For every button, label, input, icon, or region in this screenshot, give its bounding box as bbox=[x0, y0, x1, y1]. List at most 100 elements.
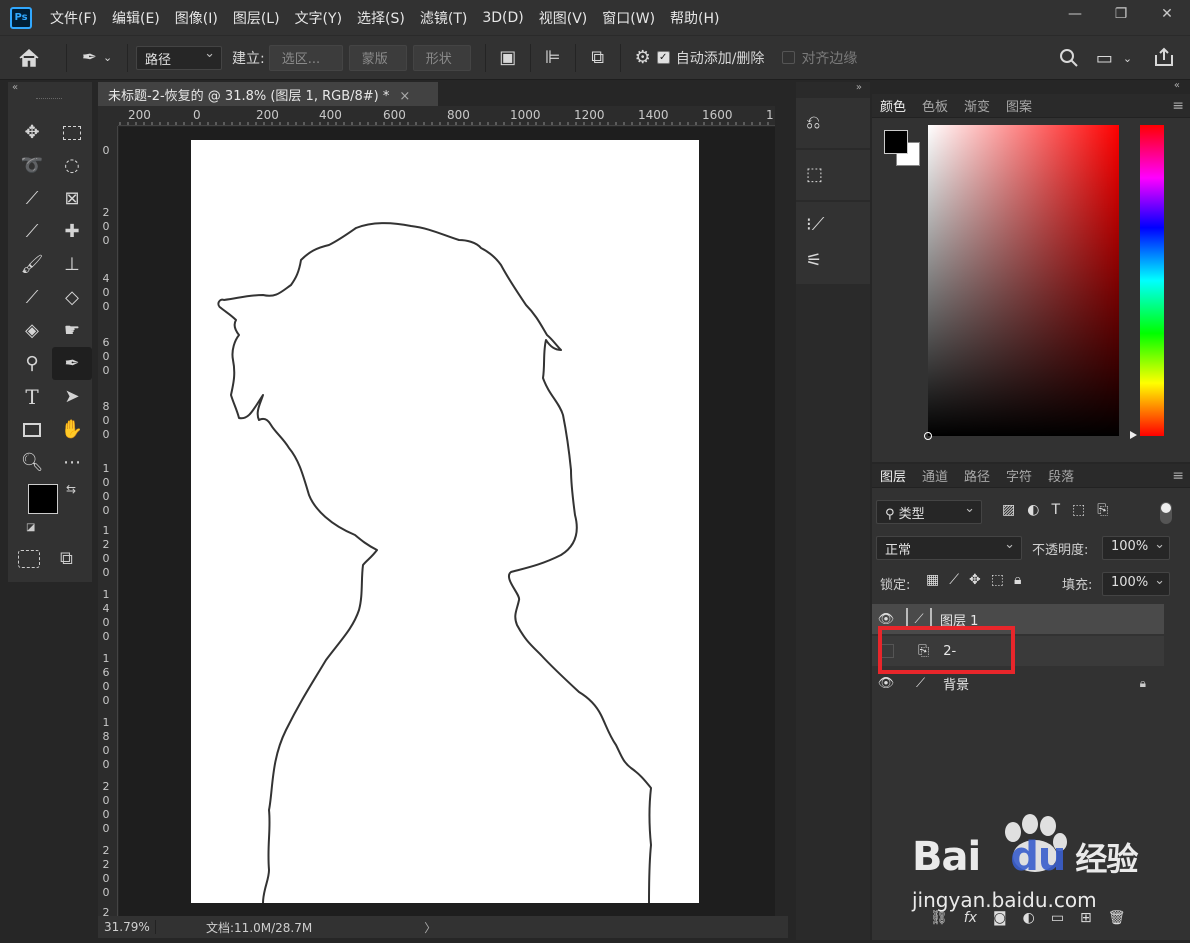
make-mask-button[interactable]: 蒙版 bbox=[348, 44, 407, 71]
lock-artboard-icon[interactable]: ⬚ bbox=[991, 572, 1004, 588]
crop-tool-icon[interactable]: ⟋ bbox=[12, 182, 52, 215]
tab-paths[interactable]: 路径 bbox=[956, 466, 998, 485]
adjustments-panel-icon[interactable]: ⚟ bbox=[806, 250, 822, 271]
home-icon[interactable] bbox=[0, 48, 58, 68]
opacity-input[interactable]: 100% ⌄ bbox=[1102, 536, 1170, 560]
path-operations-icon[interactable]: ▣ bbox=[494, 47, 522, 68]
eyedropper-tool-icon[interactable]: ⟋ bbox=[12, 215, 52, 248]
hue-slider-handle[interactable] bbox=[1130, 431, 1137, 439]
more-tools-icon[interactable]: ⋯ bbox=[52, 446, 92, 479]
tab-patterns[interactable]: 图案 bbox=[998, 96, 1040, 115]
menu-view[interactable]: 视图(V) bbox=[539, 8, 588, 28]
zoom-level[interactable]: 31.79% bbox=[98, 920, 156, 934]
path-selection-tool-icon[interactable]: ➤ bbox=[52, 380, 92, 413]
ruler-origin[interactable] bbox=[98, 106, 118, 126]
panel-menu-icon[interactable]: ≡ bbox=[1172, 468, 1184, 484]
pen-tool-icon[interactable]: ✒ bbox=[52, 347, 92, 380]
hue-slider[interactable] bbox=[1140, 125, 1164, 436]
filter-toggle[interactable] bbox=[1160, 502, 1172, 524]
rectangle-tool-icon[interactable] bbox=[12, 413, 52, 446]
tab-paragraph[interactable]: 段落 bbox=[1040, 466, 1082, 485]
menu-layer[interactable]: 图层(L) bbox=[233, 8, 280, 28]
3d-panel-icon[interactable]: ⬚ bbox=[806, 164, 823, 185]
collapse-icon[interactable]: « bbox=[12, 82, 18, 93]
menu-file[interactable]: 文件(F) bbox=[50, 8, 97, 28]
foreground-color-swatch[interactable] bbox=[28, 484, 58, 514]
layer-name[interactable]: 背景 bbox=[943, 674, 969, 693]
menu-image[interactable]: 图像(I) bbox=[175, 8, 218, 28]
close-window-button[interactable]: ✕ bbox=[1144, 0, 1190, 28]
menu-help[interactable]: 帮助(H) bbox=[670, 8, 719, 28]
lock-position-icon[interactable]: ✥ bbox=[969, 572, 981, 588]
pen-mode-select[interactable]: 路径 bbox=[136, 45, 222, 70]
eraser-tool-icon[interactable]: ◇ bbox=[52, 281, 92, 314]
screen-mode-icon[interactable]: ⧉ bbox=[60, 548, 73, 569]
document-canvas[interactable] bbox=[191, 140, 699, 903]
vertical-ruler[interactable]: 0 200 400 600 800 1000 1200 1400 1600 18… bbox=[98, 126, 118, 916]
make-selection-button[interactable]: 选区... bbox=[268, 44, 343, 71]
default-colors-icon[interactable]: ◪ bbox=[26, 522, 35, 533]
brush-settings-icon[interactable]: ⁝⟋ bbox=[806, 214, 824, 235]
restore-button[interactable]: ❐ bbox=[1098, 0, 1144, 28]
history-panel-icon[interactable]: ⎌ bbox=[806, 112, 820, 133]
type-filter-icon[interactable]: T bbox=[1051, 502, 1060, 518]
workspace-icon[interactable]: ▭ ⌄ bbox=[1094, 48, 1134, 69]
quick-selection-tool-icon[interactable]: ◌ bbox=[52, 149, 92, 182]
pen-tool-preset-icon[interactable]: ✒ ⌄ bbox=[75, 47, 119, 68]
visibility-eye-icon[interactable]: 👁︎ bbox=[872, 676, 900, 691]
smudge-tool-icon[interactable]: ☛ bbox=[52, 314, 92, 347]
dodge-tool-icon[interactable]: ⚲ bbox=[12, 347, 52, 380]
quick-mask-icon[interactable] bbox=[18, 550, 40, 568]
auto-add-delete-checkbox[interactable]: ✓ bbox=[656, 51, 670, 64]
tab-color[interactable]: 颜色 bbox=[872, 96, 914, 115]
paint-bucket-tool-icon[interactable]: ◈ bbox=[12, 314, 52, 347]
menu-window[interactable]: 窗口(W) bbox=[602, 8, 655, 28]
shape-filter-icon[interactable]: ⬚ bbox=[1072, 502, 1085, 518]
clone-stamp-tool-icon[interactable]: ⊥ bbox=[52, 248, 92, 281]
lasso-tool-icon[interactable]: ➰ bbox=[12, 149, 52, 182]
foreground-color-swatch[interactable] bbox=[884, 130, 908, 154]
menu-filter[interactable]: 滤镜(T) bbox=[420, 8, 467, 28]
adjustment-filter-icon[interactable]: ◐ bbox=[1027, 502, 1039, 518]
minimize-button[interactable]: — bbox=[1052, 0, 1098, 28]
tab-gradients[interactable]: 渐变 bbox=[956, 96, 998, 115]
search-icon[interactable] bbox=[1058, 48, 1080, 68]
make-shape-button[interactable]: 形状 bbox=[412, 44, 471, 71]
frame-tool-icon[interactable]: ⊠ bbox=[52, 182, 92, 215]
lock-image-icon[interactable]: ⟋ bbox=[949, 572, 959, 588]
move-tool-icon[interactable]: ✥ bbox=[12, 116, 52, 149]
path-alignment-icon[interactable]: ⊫ bbox=[539, 47, 567, 68]
panel-menu-icon[interactable]: ≡ bbox=[1172, 98, 1184, 114]
brush-tool-icon[interactable]: 🖌 bbox=[12, 248, 52, 281]
document-tab[interactable]: 未标题-2-恢复的 @ 31.8% (图层 1, RGB/8#) * × bbox=[98, 82, 438, 106]
lock-all-icon[interactable]: 🔒︎ bbox=[1014, 572, 1021, 588]
path-arrangement-icon[interactable]: ⧉ bbox=[584, 47, 612, 68]
hand-tool-icon[interactable]: ✋ bbox=[52, 413, 92, 446]
tab-character[interactable]: 字符 bbox=[998, 466, 1040, 485]
document-size-info[interactable]: 文档:11.0M/28.7M bbox=[206, 919, 312, 936]
lock-transparent-icon[interactable]: ▦ bbox=[926, 572, 939, 588]
close-document-icon[interactable]: × bbox=[399, 89, 410, 104]
pixel-filter-icon[interactable]: ▨ bbox=[1002, 502, 1015, 518]
horizontal-ruler[interactable]: 200 0 200 400 600 800 1000 1200 1400 160… bbox=[118, 106, 775, 126]
tab-layers[interactable]: 图层 bbox=[872, 466, 914, 485]
swap-colors-icon[interactable]: ⇆ bbox=[66, 482, 76, 496]
blend-mode-select[interactable]: 正常 ⌄ bbox=[876, 536, 1022, 560]
marquee-tool-icon[interactable] bbox=[52, 116, 92, 149]
menu-3d[interactable]: 3D(D) bbox=[482, 10, 523, 26]
menu-select[interactable]: 选择(S) bbox=[357, 8, 405, 28]
tab-channels[interactable]: 通道 bbox=[914, 466, 956, 485]
expand-panels-icon[interactable]: » bbox=[856, 82, 862, 93]
align-edges-checkbox[interactable] bbox=[782, 51, 796, 64]
history-brush-tool-icon[interactable]: ⟋ bbox=[12, 281, 52, 314]
type-tool-icon[interactable]: T bbox=[12, 380, 52, 413]
share-icon[interactable] bbox=[1152, 46, 1176, 68]
fill-input[interactable]: 100% ⌄ bbox=[1102, 572, 1170, 596]
visibility-eye-icon[interactable]: 👁︎ bbox=[872, 612, 900, 627]
healing-brush-tool-icon[interactable]: ✚ bbox=[52, 215, 92, 248]
menu-type[interactable]: 文字(Y) bbox=[295, 8, 342, 28]
tab-swatches[interactable]: 色板 bbox=[914, 96, 956, 115]
gear-icon[interactable]: ⚙ bbox=[629, 47, 657, 68]
color-picker-field[interactable] bbox=[924, 125, 1119, 440]
zoom-tool-icon[interactable]: 🔍︎ bbox=[12, 446, 52, 479]
